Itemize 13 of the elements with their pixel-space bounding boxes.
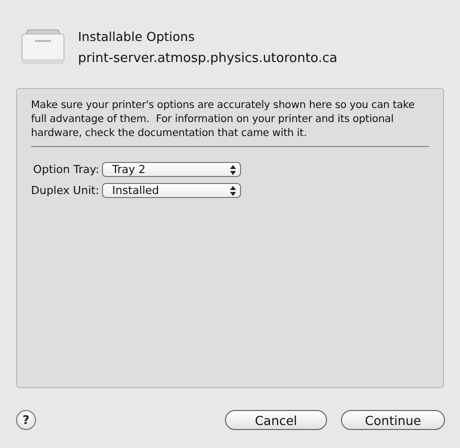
option-label: Duplex Unit:	[31, 184, 100, 197]
dialog-title: Installable Options	[78, 28, 196, 44]
printer-hostname: print-server.atmosp.physics.utoronto.ca	[78, 50, 338, 66]
popup-menu[interactable]: Tray 2	[102, 162, 242, 177]
stepper-arrows-icon	[230, 164, 236, 174]
continue-button[interactable]: Continue	[341, 410, 445, 430]
help-button[interactable]: ?	[16, 410, 36, 430]
popup-menu[interactable]: Installed	[102, 183, 242, 198]
option-label: Option Tray:	[32, 163, 100, 176]
stepper-arrows-icon	[230, 186, 236, 196]
cancel-button[interactable]: Cancel	[225, 410, 327, 430]
description-text: Make sure your printer's options are accurately shown here so you can take full advantage of them. For information on your printer and its optional hardware, check the documentation that came with it.	[31, 98, 416, 140]
printer-icon	[20, 28, 66, 66]
